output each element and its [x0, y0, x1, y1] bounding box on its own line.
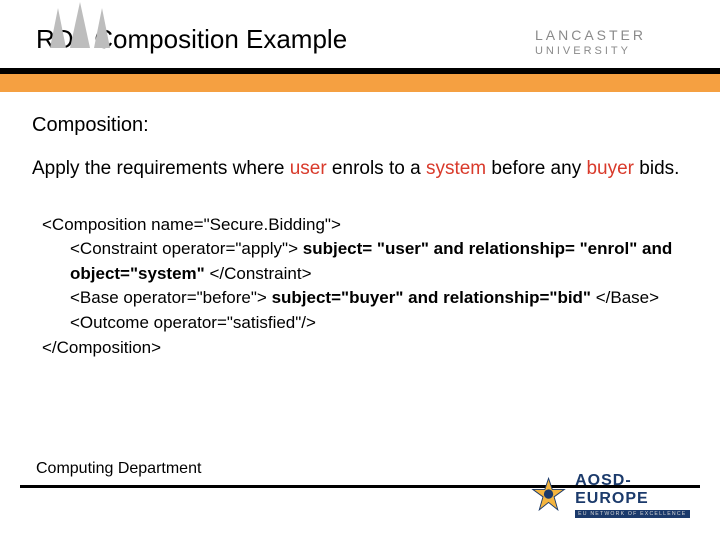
lancaster-logo-text: LANCASTER UNIVERSITY [535, 28, 646, 57]
aosd-title: AOSD-EUROPE [575, 472, 690, 508]
xml-code-block: <Composition name="Secure.Bidding"> <Con… [32, 213, 688, 361]
highlight-user: user [290, 158, 327, 179]
code-bold: subject="buyer" and relationship="bid" [272, 288, 591, 307]
code-line: <Constraint operator="apply"> subject= "… [42, 237, 688, 286]
code-text: </Constraint> [205, 264, 312, 283]
code-line: <Outcome operator="satisfied"/> [42, 311, 688, 336]
lancaster-shield-icon [40, 0, 130, 48]
highlight-buyer: buyer [586, 158, 634, 179]
slide-body: Composition: Apply the requirements wher… [0, 96, 720, 360]
header-rule-orange [0, 74, 720, 92]
aosd-logo-text: AOSD-EUROPE EU NETWORK OF EXCELLENCE [575, 472, 690, 518]
slide-header: RDL Composition Example LANCASTER UNIVER… [0, 0, 720, 96]
sentence-part: Apply the requirements where [32, 158, 290, 179]
star-icon [530, 474, 567, 516]
code-text: <Base operator="before"> [70, 288, 272, 307]
code-text: </Base> [591, 288, 659, 307]
highlight-system: system [426, 158, 486, 179]
sentence-part: enrols to a [327, 158, 426, 179]
code-line: <Base operator="before"> subject="buyer"… [42, 286, 688, 311]
sentence-part: bids. [634, 158, 679, 179]
composition-sentence: Apply the requirements where user enrols… [32, 155, 688, 183]
code-line: <Composition name="Secure.Bidding"> [42, 213, 688, 238]
code-line: </Composition> [42, 336, 688, 361]
aosd-logo: AOSD-EUROPE EU NETWORK OF EXCELLENCE [530, 472, 690, 532]
lancaster-line1: LANCASTER [535, 28, 646, 43]
section-subheading: Composition: [32, 114, 688, 137]
code-text: <Constraint operator="apply"> [70, 239, 303, 258]
sentence-part: before any [486, 158, 586, 179]
footer-department: Computing Department [36, 460, 201, 478]
lancaster-line2: UNIVERSITY [535, 45, 646, 57]
aosd-tagline: EU NETWORK OF EXCELLENCE [575, 510, 690, 518]
